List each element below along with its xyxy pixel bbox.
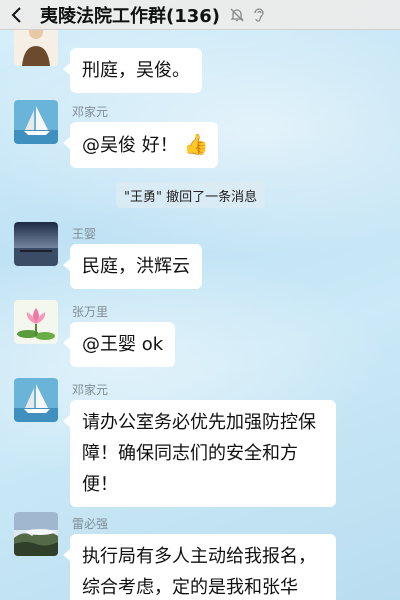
sender-name: 邓家元 [72, 383, 109, 397]
message-line: 便！ [82, 474, 118, 495]
message-bubble[interactable]: @王婴 ok [62, 322, 176, 367]
message-text: 民庭，洪辉云 [82, 256, 190, 277]
bell-off-icon [228, 6, 246, 24]
thumbs-up-icon: 👍 [183, 132, 209, 156]
avatar-lotus[interactable] [14, 300, 58, 344]
avatar-mountain[interactable] [14, 512, 58, 556]
recall-notice-text: "王勇" 撤回了一条消息 [124, 189, 258, 205]
chat-title[interactable]: 夷陵法院工作群(136) [40, 2, 220, 28]
recall-notice: "王勇" 撤回了一条消息 [116, 182, 266, 208]
message-text: @王婴 ok [82, 334, 164, 355]
avatar-sailboat[interactable] [14, 100, 58, 144]
sender-name: 张万里 [72, 305, 109, 319]
avatar-pier[interactable] [14, 222, 58, 266]
message-bubble[interactable]: 民庭，洪辉云 [63, 244, 202, 289]
message-line: 请办公室务必优先加强防控保 [82, 412, 316, 433]
sender-name: 王婴 [72, 227, 97, 241]
message-bubble[interactable]: @吴俊 好！ 👍 [62, 122, 219, 168]
message-line: 障！确保同志们的安全和方 [82, 443, 298, 464]
message-line: 综合考虑，定的是我和张华 [82, 577, 298, 598]
message-line: 执行局有多人主动给我报名， [82, 546, 316, 567]
message-bubble[interactable]: 刑庭，吴俊。 [63, 48, 202, 93]
chat-header: 夷陵法院工作群(136) [0, 0, 400, 30]
back-button[interactable] [0, 0, 34, 30]
avatar-sailboat[interactable] [14, 378, 58, 422]
ear-icon [250, 6, 268, 24]
sender-name: 雷必强 [72, 517, 109, 531]
sender-name: 邓家元 [72, 105, 109, 119]
chevron-left-icon [11, 6, 21, 23]
message-bubble[interactable]: 执行局有多人主动给我报名， 综合考虑，定的是我和张华 [63, 534, 336, 600]
message-text: 刑庭，吴俊。 [82, 60, 190, 81]
message-bubble[interactable]: 请办公室务必优先加强防控保 障！确保同志们的安全和方 便！ [63, 400, 336, 507]
message-text: @吴俊 好！ [82, 135, 178, 156]
